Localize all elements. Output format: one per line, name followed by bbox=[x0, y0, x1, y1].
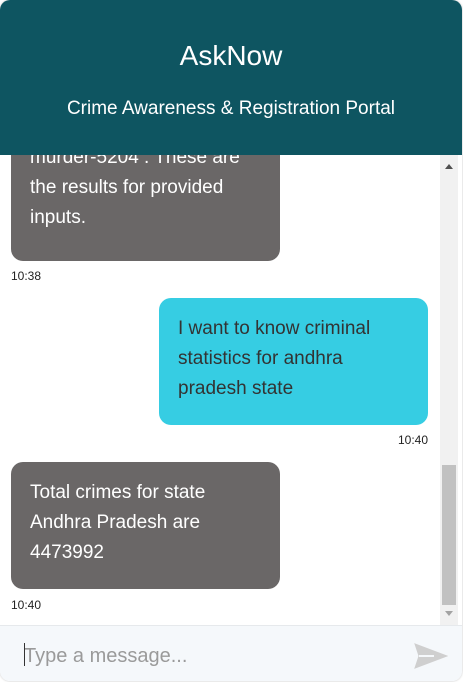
message-timestamp: 10:38 bbox=[11, 269, 42, 283]
scroll-up-arrow-icon[interactable] bbox=[440, 159, 458, 173]
send-icon[interactable] bbox=[414, 643, 448, 669]
chat-widget: AskNow Crime Awareness & Registration Po… bbox=[0, 0, 462, 681]
message-input[interactable] bbox=[22, 640, 396, 672]
composer-bar bbox=[0, 625, 462, 681]
scrollbar-thumb[interactable] bbox=[442, 465, 456, 605]
message-timestamp: 10:40 bbox=[397, 433, 428, 447]
app-subtitle: Crime Awareness & Registration Portal bbox=[66, 98, 396, 119]
user-message: I want to know criminal statistics for a… bbox=[159, 298, 428, 425]
app-title: AskNow bbox=[179, 40, 283, 71]
message-timestamp: 10:40 bbox=[11, 598, 42, 612]
message-list[interactable]: murder-5204 . These are the results for … bbox=[0, 155, 440, 625]
bot-message: Total crimes for state Andhra Pradesh ar… bbox=[11, 462, 280, 589]
chat-header: AskNow Crime Awareness & Registration Po… bbox=[0, 0, 462, 155]
scroll-down-arrow-icon[interactable] bbox=[440, 607, 458, 621]
text-caret bbox=[24, 643, 25, 666]
scrollbar[interactable] bbox=[440, 155, 458, 625]
bot-message: murder-5204 . These are the results for … bbox=[11, 155, 280, 261]
